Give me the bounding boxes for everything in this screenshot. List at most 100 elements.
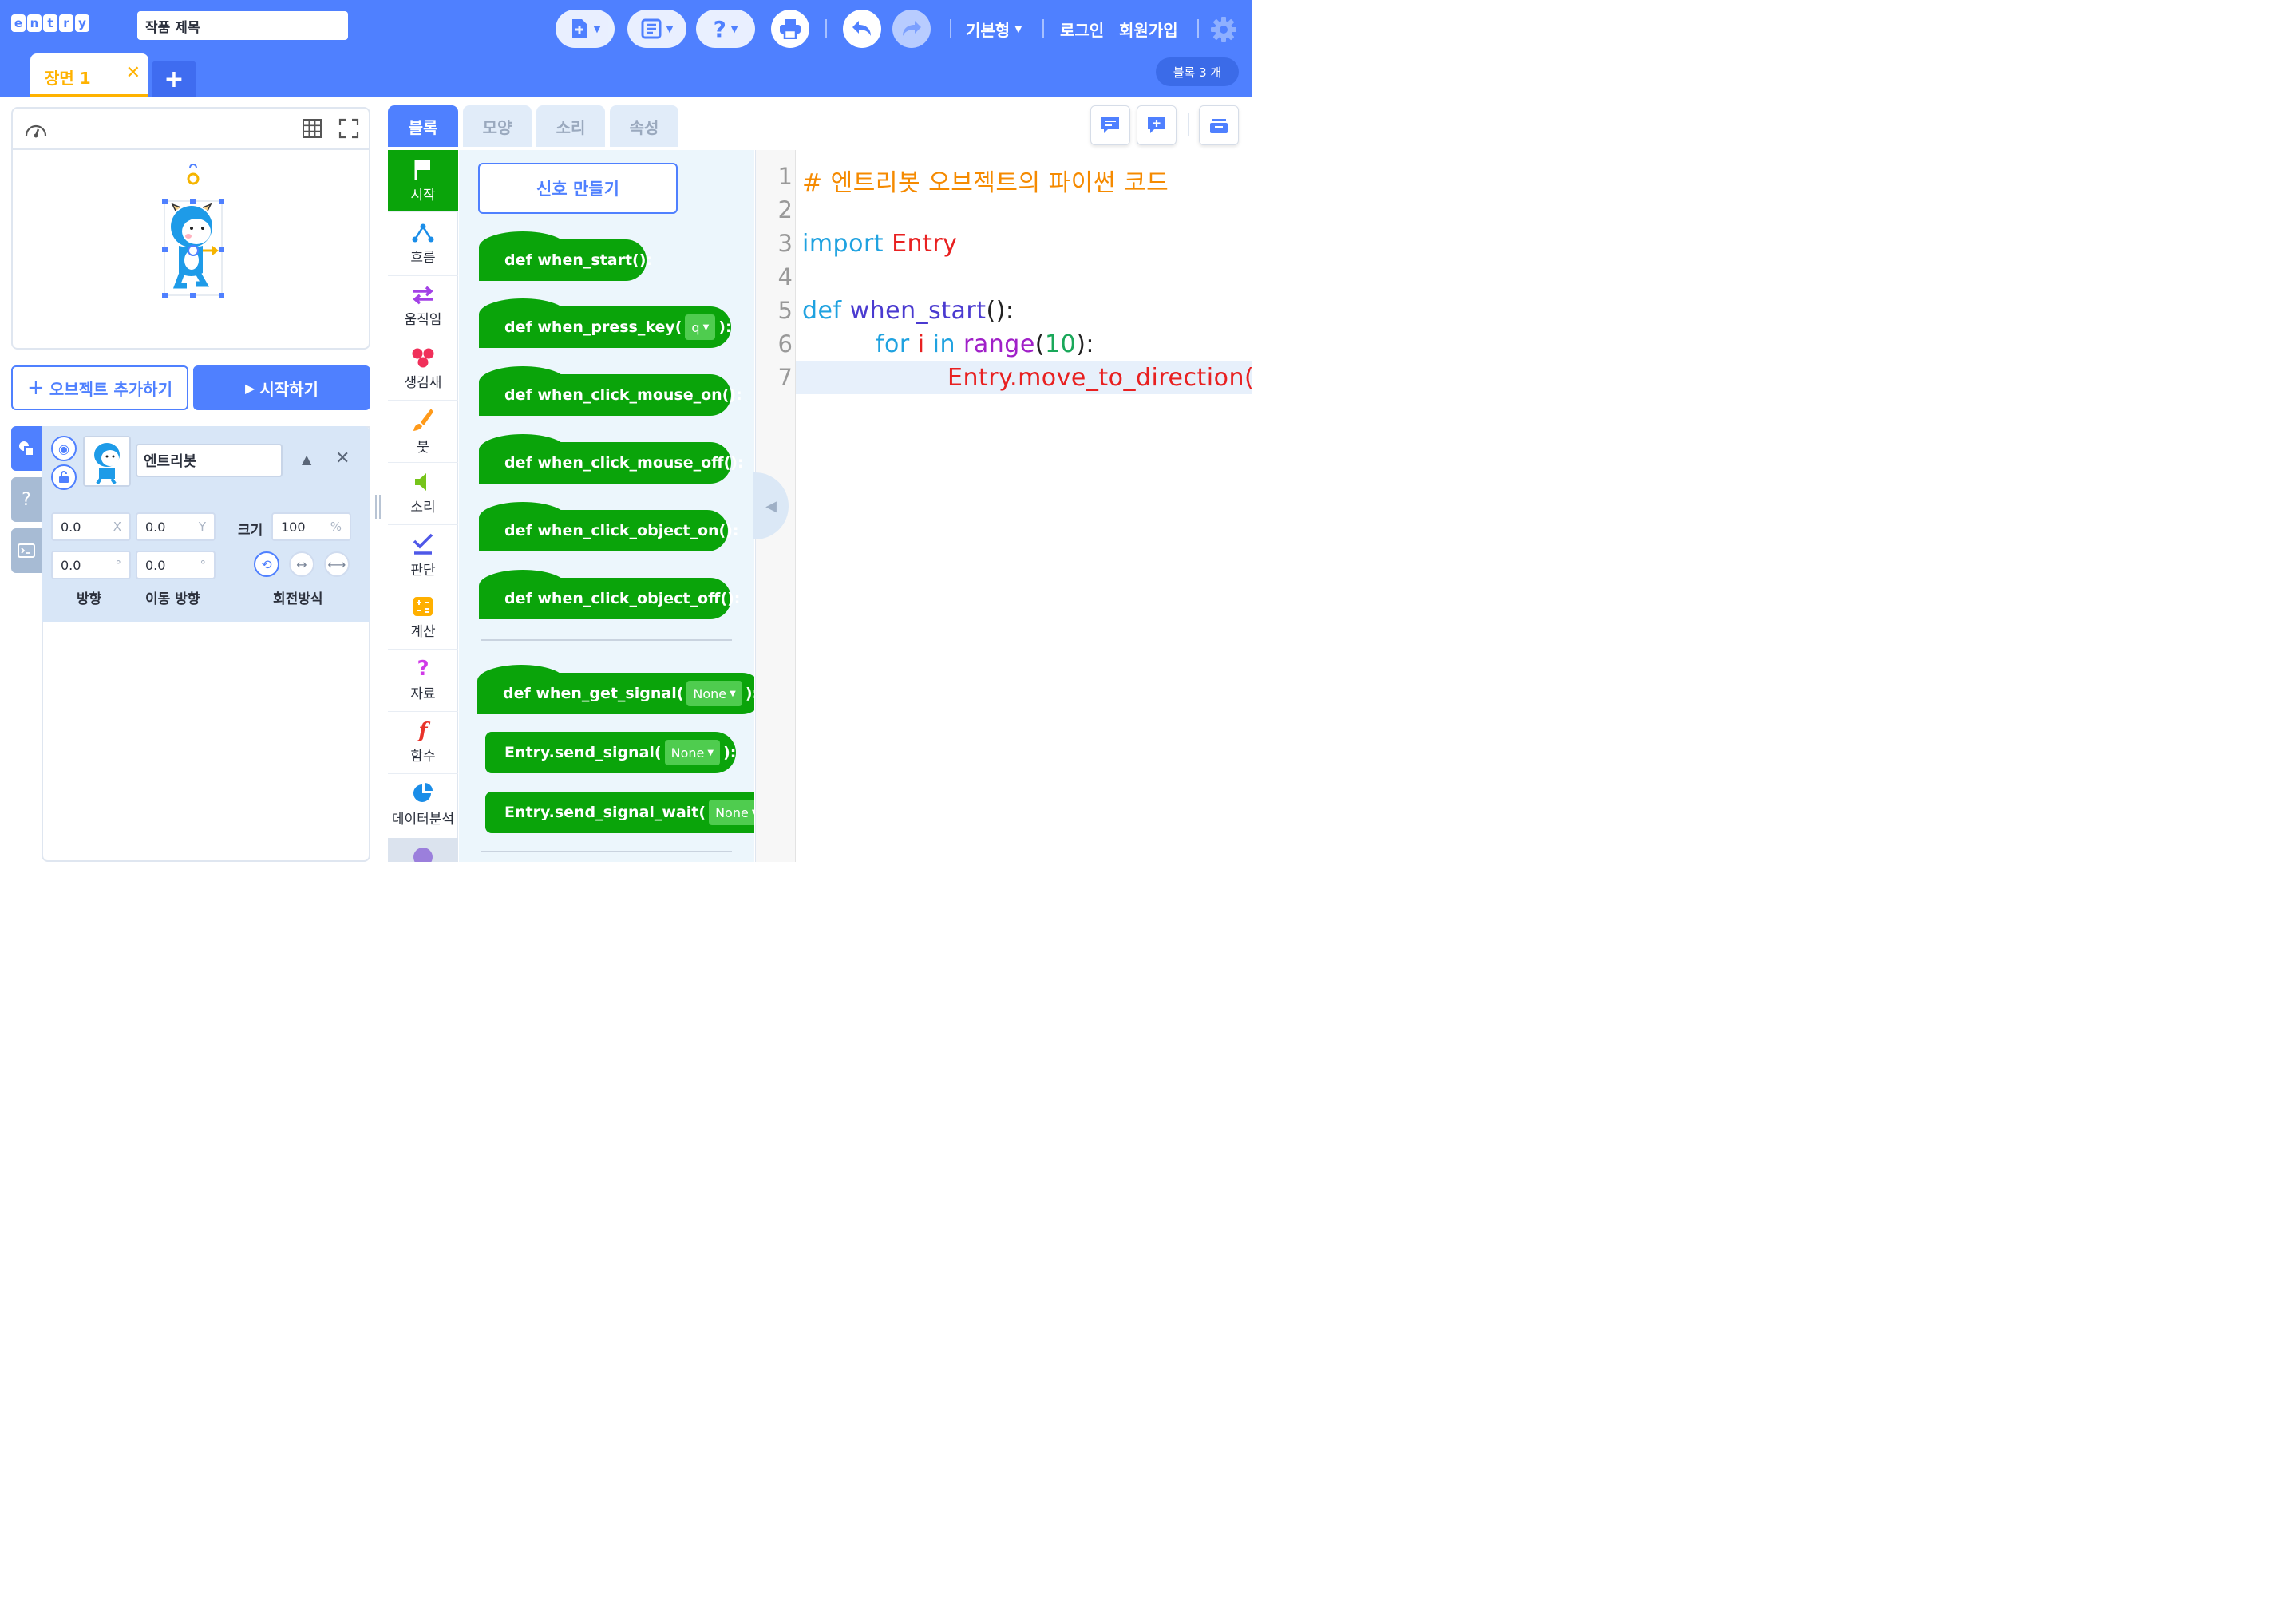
save-button[interactable]: ▼ bbox=[627, 10, 686, 48]
eye-icon[interactable]: ◉ bbox=[51, 436, 77, 461]
category-flow[interactable]: 흐름 bbox=[388, 214, 458, 276]
category-label: 움직임 bbox=[404, 312, 442, 328]
category-data[interactable]: ? 자료 bbox=[388, 650, 458, 712]
help-button[interactable]: ? ▼ bbox=[696, 10, 755, 48]
block-when-click-object-off[interactable]: def when_click_object_off(): bbox=[479, 570, 740, 619]
category-label: 계산 bbox=[410, 624, 436, 640]
size-field[interactable]: 100 % bbox=[271, 512, 351, 541]
category-label: 자료 bbox=[410, 686, 436, 702]
mode-selector[interactable]: 기본형 ▼ bbox=[966, 14, 1022, 43]
block-when-press-key[interactable]: def when_press_key( q ▼ ): bbox=[479, 298, 732, 348]
tab-properties[interactable]: 속성 bbox=[610, 105, 678, 147]
divider bbox=[13, 148, 369, 150]
line-number: 1 bbox=[777, 163, 793, 190]
redo-icon bbox=[903, 21, 921, 36]
block-when-click-mouse-on[interactable]: def when_click_mouse_on(): bbox=[479, 366, 742, 416]
object-thumbnail[interactable] bbox=[83, 436, 131, 487]
close-icon[interactable]: ✕ bbox=[335, 448, 350, 468]
resize-handle[interactable] bbox=[372, 495, 383, 519]
move-direction-field[interactable]: 0.0 ° bbox=[136, 551, 216, 579]
rotate-none-icon[interactable]: ⟷ bbox=[324, 551, 350, 577]
python-code-editor[interactable]: 1 2 3 4 5 6 7 # 엔트리봇 오브젝트의 파이썬 코드 import… bbox=[755, 150, 1254, 862]
block-send-signal[interactable]: Entry.send_signal( None ▼ ): bbox=[485, 732, 736, 773]
redo-button[interactable] bbox=[892, 10, 931, 48]
degree-suffix: ° bbox=[200, 558, 207, 572]
category-data-analysis[interactable]: 데이터분석 bbox=[388, 774, 458, 836]
chevron-down-icon: ▼ bbox=[593, 23, 601, 34]
category-brush[interactable]: 붓 bbox=[388, 401, 458, 463]
dropdown-value: q bbox=[691, 319, 700, 335]
object-item[interactable]: ◉ ▲ ✕ 0.0 X 0.0 Y 크기 100 % 0.0 ° 0.0 ° bbox=[42, 426, 370, 622]
category-start[interactable]: 시작 bbox=[388, 150, 458, 212]
divider bbox=[1042, 19, 1044, 38]
line-number: 5 bbox=[777, 297, 793, 324]
x-field[interactable]: 0.0 X bbox=[51, 512, 131, 541]
category-label: 판단 bbox=[410, 563, 436, 579]
print-button[interactable] bbox=[771, 10, 809, 48]
block-send-signal-wait[interactable]: Entry.send_signal_wait( None▼ ): bbox=[485, 792, 754, 833]
category-looks[interactable]: 생김새 bbox=[388, 338, 458, 401]
close-icon[interactable]: ✕ bbox=[126, 63, 140, 83]
speed-icon[interactable] bbox=[24, 118, 48, 142]
console-tab[interactable] bbox=[11, 528, 42, 573]
category-calc[interactable]: 계산 bbox=[388, 587, 458, 650]
rotate-free-icon[interactable]: ⟲ bbox=[254, 551, 279, 577]
fullscreen-icon[interactable] bbox=[338, 118, 359, 142]
settings-button[interactable] bbox=[1210, 16, 1237, 43]
block-when-click-object-on[interactable]: def when_click_object_on(): bbox=[479, 502, 739, 551]
tab-sounds[interactable]: 소리 bbox=[536, 105, 605, 147]
signup-link[interactable]: 회원가입 bbox=[1119, 14, 1178, 43]
line-number: 6 bbox=[777, 330, 793, 358]
tab-shapes[interactable]: 모양 bbox=[463, 105, 532, 147]
project-title-input[interactable] bbox=[137, 11, 348, 40]
comment-button[interactable] bbox=[1090, 105, 1130, 145]
object-name-input[interactable] bbox=[136, 444, 283, 477]
collapse-icon[interactable]: ▲ bbox=[302, 452, 311, 467]
signal-dropdown[interactable]: None▼ bbox=[709, 800, 754, 825]
move-arrows-icon bbox=[413, 286, 433, 305]
scene-tab[interactable]: 장면 1 ✕ bbox=[30, 53, 148, 97]
add-scene-button[interactable]: + bbox=[152, 61, 196, 97]
chevron-down-icon: ▼ bbox=[1014, 23, 1022, 34]
signal-dropdown[interactable]: None▼ bbox=[686, 681, 742, 706]
block-tail: ): bbox=[723, 744, 737, 761]
block-when-click-mouse-off[interactable]: def when_click_mouse_off(): bbox=[479, 434, 744, 484]
help-tab[interactable]: ? bbox=[11, 477, 42, 522]
entrybot-sprite[interactable] bbox=[161, 163, 225, 306]
category-more[interactable] bbox=[388, 838, 458, 862]
category-judge[interactable]: 판단 bbox=[388, 525, 458, 587]
add-object-button[interactable]: + 오브젝트 추가하기 bbox=[11, 365, 188, 410]
object-tab[interactable] bbox=[11, 426, 42, 471]
keyword: import bbox=[802, 230, 884, 258]
keyword: for bbox=[876, 330, 910, 358]
new-project-button[interactable]: ▼ bbox=[556, 10, 615, 48]
chevron-down-icon: ▼ bbox=[752, 808, 754, 817]
flag-icon bbox=[414, 160, 430, 180]
brush-icon bbox=[413, 409, 433, 431]
start-button[interactable]: ▶ 시작하기 bbox=[193, 365, 370, 410]
unlock-icon[interactable] bbox=[51, 464, 77, 490]
category-function[interactable]: f 함수 bbox=[388, 712, 458, 774]
login-link[interactable]: 로그인 bbox=[1060, 14, 1104, 43]
code-line-comment: # 엔트리봇 오브젝트의 파이썬 코드 bbox=[802, 169, 1169, 197]
gear-icon bbox=[1211, 17, 1236, 42]
builtin: range bbox=[955, 330, 1035, 358]
tab-blocks[interactable]: 블록 bbox=[388, 105, 458, 147]
undo-button[interactable] bbox=[843, 10, 881, 48]
block-when-start[interactable]: def when_start(): bbox=[479, 231, 652, 281]
entry-logo[interactable]: e n t r y bbox=[11, 14, 89, 32]
add-comment-button[interactable] bbox=[1137, 105, 1177, 145]
grid-icon[interactable] bbox=[302, 118, 322, 142]
category-motion[interactable]: 움직임 bbox=[388, 276, 458, 338]
rotate-horizontal-icon[interactable]: ↔ bbox=[289, 551, 314, 577]
flow-icon bbox=[412, 223, 434, 243]
direction-field[interactable]: 0.0 ° bbox=[51, 551, 131, 579]
signal-dropdown[interactable]: None▼ bbox=[664, 740, 721, 765]
y-value: 0.0 bbox=[145, 519, 166, 535]
category-sound[interactable]: 소리 bbox=[388, 463, 458, 525]
storage-button[interactable] bbox=[1199, 105, 1239, 145]
key-dropdown[interactable]: q ▼ bbox=[685, 314, 716, 340]
y-field[interactable]: 0.0 Y bbox=[136, 512, 216, 541]
block-when-get-signal[interactable]: def when_get_signal( None▼ ): bbox=[477, 665, 754, 714]
create-signal-button[interactable]: 신호 만들기 bbox=[478, 163, 678, 214]
